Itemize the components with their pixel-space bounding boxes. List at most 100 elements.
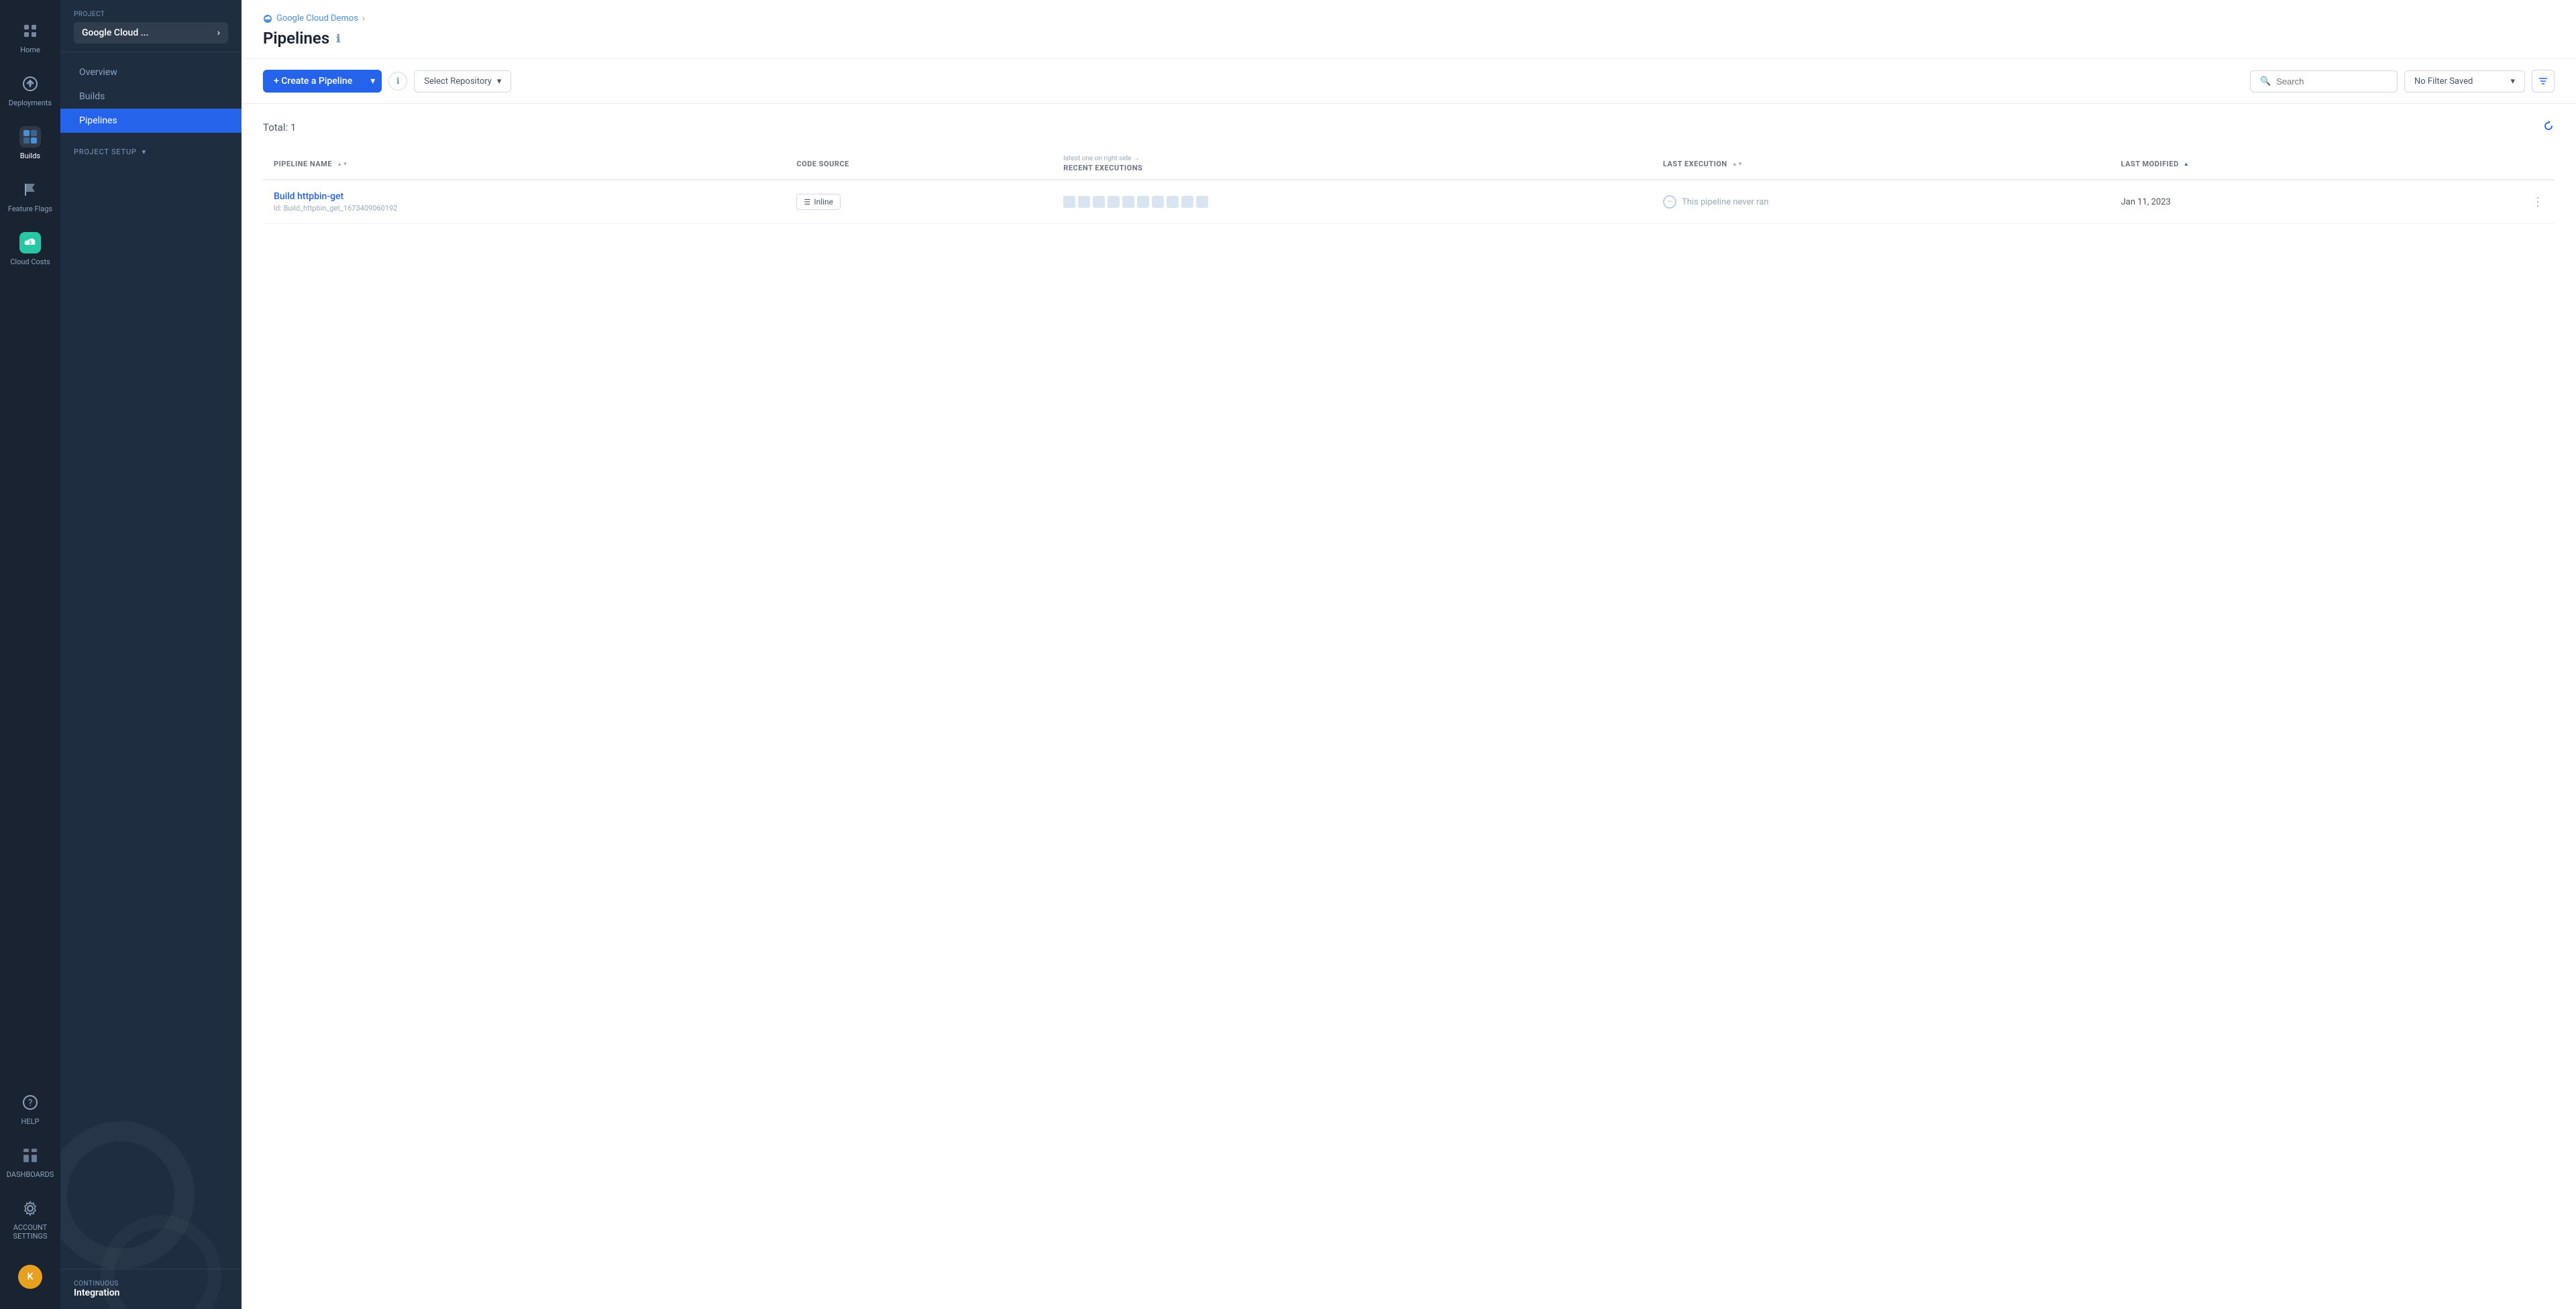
sidebar-item-cloud-costs[interactable]: $ Cloud Costs (0, 223, 60, 276)
create-pipeline-button[interactable]: + Create a Pipeline ▾ (263, 70, 382, 93)
exec-bar-10 (1196, 196, 1208, 208)
refresh-icon (2542, 120, 2555, 132)
project-label: Project (74, 11, 228, 18)
svg-text:$: $ (29, 240, 32, 245)
cell-last-execution: — This pipeline never ran (1652, 180, 2110, 224)
create-pipeline-main[interactable]: + Create a Pipeline (263, 70, 363, 93)
info-button[interactable]: ℹ (388, 72, 407, 91)
recent-hint: latest one on right side → (1063, 155, 1642, 162)
sidebar-item-builds[interactable]: Builds (0, 117, 60, 170)
never-ran-icon: — (1663, 195, 1676, 209)
breadcrumb-separator: › (362, 13, 365, 23)
cell-code-source: ☰ Inline (786, 180, 1053, 224)
page-title: Pipelines ℹ (263, 29, 2555, 48)
filter-lines-icon (2538, 76, 2548, 87)
sidebar-item-dashboards[interactable]: DASHBOARDS (0, 1135, 60, 1188)
pipeline-id: Id: Build_httpbin_get_1673409060192 (274, 204, 775, 213)
exec-bar-3 (1093, 196, 1105, 208)
col-last-modified[interactable]: LAST MODIFIED ▲ (2110, 148, 2434, 180)
never-ran-status: — This pipeline never ran (1663, 195, 2100, 209)
sidebar-item-account-settings[interactable]: ACCOUNT SETTINGS (0, 1188, 60, 1250)
dashboards-icon (19, 1145, 41, 1166)
sidebar-title: Integration (74, 1288, 228, 1298)
feature-flags-icon (19, 179, 41, 201)
main-header: Google Cloud Demos › Pipelines ℹ (241, 0, 2576, 59)
sidebar-item-help[interactable]: ? HELP (0, 1082, 60, 1135)
project-name-button[interactable]: Google Cloud ... › (74, 22, 228, 44)
exec-bar-2 (1078, 196, 1090, 208)
col-actions (2434, 148, 2555, 180)
sort-icon-pipeline-name: ▲▼ (337, 161, 348, 167)
sidebar-bottom: CONTINUOUS Integration (60, 1269, 241, 1309)
chevron-right-icon: › (217, 27, 220, 38)
sidebar: Project Google Cloud ... › Overview Buil… (60, 0, 241, 1309)
account-settings-label: ACCOUNT SETTINGS (5, 1223, 55, 1241)
chevron-down-icon: ▾ (2510, 76, 2515, 87)
create-pipeline-dropdown-arrow[interactable]: ▾ (364, 70, 382, 93)
select-repository-button[interactable]: Select Repository ▾ (414, 70, 511, 93)
table-body: Build httpbin-get Id: Build_httpbin_get_… (263, 180, 2555, 224)
help-icon: ? (19, 1092, 41, 1113)
user-avatar-button[interactable]: K (0, 1255, 60, 1298)
sort-icon-last-execution: ▲▼ (1732, 161, 1743, 167)
sort-icon-last-modified: ▲ (2184, 161, 2189, 167)
sidebar-nav: Overview Builds Pipelines (60, 52, 241, 141)
exec-bar-1 (1063, 196, 1075, 208)
sidebar-item-deployments[interactable]: Deployments (0, 64, 60, 117)
sidebar-item-feature-flags[interactable]: Feature Flags (0, 170, 60, 223)
project-selector: Project Google Cloud ... › (60, 0, 241, 52)
builds-label: Builds (20, 152, 40, 160)
chevron-down-icon: ▾ (142, 148, 146, 156)
sidebar-subtitle: CONTINUOUS (74, 1280, 228, 1288)
breadcrumb-link[interactable]: Google Cloud Demos (276, 13, 358, 23)
exec-bar-5 (1122, 196, 1134, 208)
inline-icon: ☰ (804, 198, 810, 207)
filter-select[interactable]: No Filter Saved ▾ (2404, 70, 2525, 93)
sidebar-item-home[interactable]: Home (0, 11, 60, 64)
search-input[interactable] (2276, 76, 2387, 87)
deployments-icon (19, 73, 41, 95)
account-settings-icon (19, 1198, 41, 1219)
col-code-source: CODE SOURCE (786, 148, 1053, 180)
refresh-button[interactable] (2542, 120, 2555, 135)
search-icon: 🔍 (2260, 76, 2271, 87)
filter-icon-button[interactable] (2532, 70, 2555, 93)
search-box: 🔍 (2250, 70, 2398, 93)
execution-bars (1063, 196, 1642, 208)
help-label: HELP (21, 1117, 40, 1126)
col-last-execution[interactable]: LAST EXECUTION ▲▼ (1652, 148, 2110, 180)
page-info-icon[interactable]: ℹ (336, 32, 340, 45)
cloud-costs-label: Cloud Costs (10, 258, 50, 266)
home-label: Home (20, 46, 40, 54)
builds-icon (19, 126, 41, 148)
toolbar: + Create a Pipeline ▾ ℹ Select Repositor… (241, 59, 2576, 104)
feature-flags-label: Feature Flags (8, 205, 52, 213)
row-actions-menu[interactable]: ⋮ (2445, 195, 2544, 209)
icon-nav: Home Deployments Builds (0, 0, 60, 1309)
content-header: Total: 1 (263, 120, 2555, 135)
total-count: Total: 1 (263, 121, 296, 133)
deployments-label: Deployments (9, 99, 52, 107)
sidebar-item-builds[interactable]: Builds (60, 84, 241, 109)
pipeline-name-link[interactable]: Build httpbin-get (274, 191, 343, 202)
home-icon (19, 20, 41, 42)
inline-source-badge: ☰ Inline (796, 194, 841, 210)
col-recent-executions: latest one on right side → RECENT EXECUT… (1053, 148, 1652, 180)
dashboards-label: DASHBOARDS (7, 1170, 54, 1179)
user-avatar: K (18, 1265, 42, 1289)
project-setup-section[interactable]: PROJECT SETUP ▾ (60, 141, 241, 163)
exec-bar-6 (1137, 196, 1149, 208)
col-pipeline-name[interactable]: PIPELINE NAME ▲▼ (263, 148, 786, 180)
sidebar-item-overview[interactable]: Overview (60, 60, 241, 84)
exec-bar-8 (1167, 196, 1179, 208)
info-icon: ℹ (396, 76, 400, 87)
cell-pipeline-name: Build httpbin-get Id: Build_httpbin_get_… (263, 180, 786, 224)
sidebar-item-pipelines[interactable]: Pipelines (60, 109, 241, 133)
exec-bar-9 (1181, 196, 1193, 208)
cell-last-modified: Jan 11, 2023 (2110, 180, 2434, 224)
chevron-down-icon: ▾ (370, 76, 375, 87)
cell-recent-executions (1053, 180, 1652, 224)
cell-row-actions: ⋮ (2434, 180, 2555, 224)
table-header: PIPELINE NAME ▲▼ CODE SOURCE latest one … (263, 148, 2555, 180)
svg-text:?: ? (28, 1098, 33, 1108)
